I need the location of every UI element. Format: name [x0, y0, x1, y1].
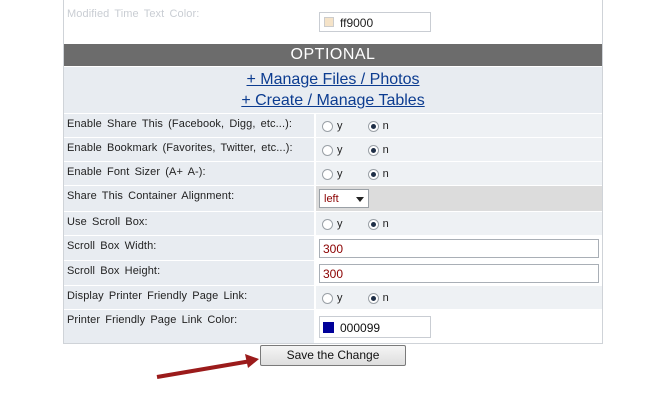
scroll-box-row: Use Scroll Box: y n — [64, 212, 602, 235]
share-this-options: y n — [316, 114, 602, 137]
printer-link-options: y n — [316, 286, 602, 309]
settings-panel: Modified Time Text Color: ff9000 OPTIONA… — [63, 0, 603, 344]
modified-time-color-value: ff9000 — [340, 16, 374, 30]
radio-label-y: y — [337, 292, 343, 305]
arrow-pointer-icon — [156, 354, 259, 379]
radio-group: y n — [322, 120, 411, 132]
share-this-label: Enable Share This (Facebook, Digg, etc..… — [64, 114, 314, 137]
radio-group: y n — [322, 168, 411, 180]
scroll-width-row: Scroll Box Width: 300 — [64, 236, 602, 260]
radio-group: y n — [322, 144, 411, 156]
modified-time-label: Modified Time Text Color: — [64, 0, 314, 42]
printer-color-label: Printer Friendly Page Link Color: — [64, 310, 314, 343]
alignment-row: Share This Container Alignment: left — [64, 186, 602, 211]
scroll-box-no-radio[interactable] — [367, 218, 379, 230]
share-this-yes-radio[interactable] — [322, 120, 333, 132]
printer-color-field[interactable]: 000099 — [319, 316, 431, 338]
modified-time-color-field[interactable]: ff9000 — [319, 12, 431, 32]
font-sizer-no-radio[interactable] — [367, 168, 379, 180]
radio-label-y: y — [337, 218, 343, 231]
printer-link-label: Display Printer Friendly Page Link: — [64, 286, 314, 309]
radio-label-n: n — [382, 168, 389, 181]
arrow-head — [245, 354, 259, 368]
scroll-height-label: Scroll Box Height: — [64, 261, 314, 285]
optional-links: + Manage Files / Photos + Create / Manag… — [64, 67, 602, 113]
share-this-no-radio[interactable] — [367, 120, 379, 132]
chevron-down-icon — [356, 197, 364, 202]
manage-tables-link[interactable]: + Create / Manage Tables — [64, 90, 602, 111]
printer-link-yes-radio[interactable] — [322, 292, 333, 304]
printer-color-row: Printer Friendly Page Link Color: 000099 — [64, 310, 602, 343]
font-sizer-row: Enable Font Sizer (A+ A-): y n — [64, 162, 602, 185]
radio-label-n: n — [382, 144, 389, 157]
scroll-height-input[interactable]: 300 — [319, 264, 599, 283]
modified-time-value-cell: ff9000 — [316, 0, 602, 44]
font-sizer-yes-radio[interactable] — [322, 168, 333, 180]
scroll-width-value-cell: 300 — [316, 236, 602, 260]
modified-time-row: Modified Time Text Color: ff9000 — [64, 0, 602, 44]
scroll-box-options: y n — [316, 212, 602, 235]
scroll-width-input[interactable]: 300 — [319, 239, 599, 258]
radio-label-n: n — [382, 218, 389, 231]
printer-color-value: 000099 — [340, 321, 381, 335]
color-swatch[interactable] — [324, 17, 334, 27]
font-sizer-options: y n — [316, 162, 602, 185]
optional-header: OPTIONAL — [64, 44, 602, 66]
bookmark-options: y n — [316, 138, 602, 161]
radio-group: y n — [322, 292, 411, 304]
scroll-height-value-cell: 300 — [316, 261, 602, 285]
alignment-label: Share This Container Alignment: — [64, 186, 314, 211]
scroll-height-row: Scroll Box Height: 300 — [64, 261, 602, 285]
arrow-shaft — [156, 359, 252, 379]
radio-group: y n — [322, 218, 411, 230]
bookmark-no-radio[interactable] — [367, 144, 379, 156]
bookmark-row: Enable Bookmark (Favorites, Twitter, etc… — [64, 138, 602, 161]
printer-link-row: Display Printer Friendly Page Link: y n — [64, 286, 602, 309]
alignment-value-cell: left — [316, 186, 602, 211]
save-the-change-button[interactable]: Save the Change — [260, 345, 406, 366]
scroll-box-yes-radio[interactable] — [322, 218, 333, 230]
bookmark-yes-radio[interactable] — [322, 144, 333, 156]
radio-label-n: n — [382, 292, 389, 305]
alignment-selected-value: left — [324, 193, 339, 205]
manage-files-link[interactable]: + Manage Files / Photos — [64, 69, 602, 90]
printer-link-no-radio[interactable] — [367, 292, 379, 304]
radio-label-y: y — [337, 120, 343, 133]
radio-label-y: y — [337, 144, 343, 157]
printer-color-value-cell: 000099 — [316, 310, 602, 343]
share-this-row: Enable Share This (Facebook, Digg, etc..… — [64, 114, 602, 137]
font-sizer-label: Enable Font Sizer (A+ A-): — [64, 162, 314, 185]
color-swatch[interactable] — [323, 322, 334, 333]
alignment-select[interactable]: left — [319, 189, 369, 208]
scroll-box-label: Use Scroll Box: — [64, 212, 314, 235]
scroll-width-label: Scroll Box Width: — [64, 236, 314, 260]
radio-label-y: y — [337, 168, 343, 181]
bookmark-label: Enable Bookmark (Favorites, Twitter, etc… — [64, 138, 314, 161]
radio-label-n: n — [382, 120, 389, 133]
